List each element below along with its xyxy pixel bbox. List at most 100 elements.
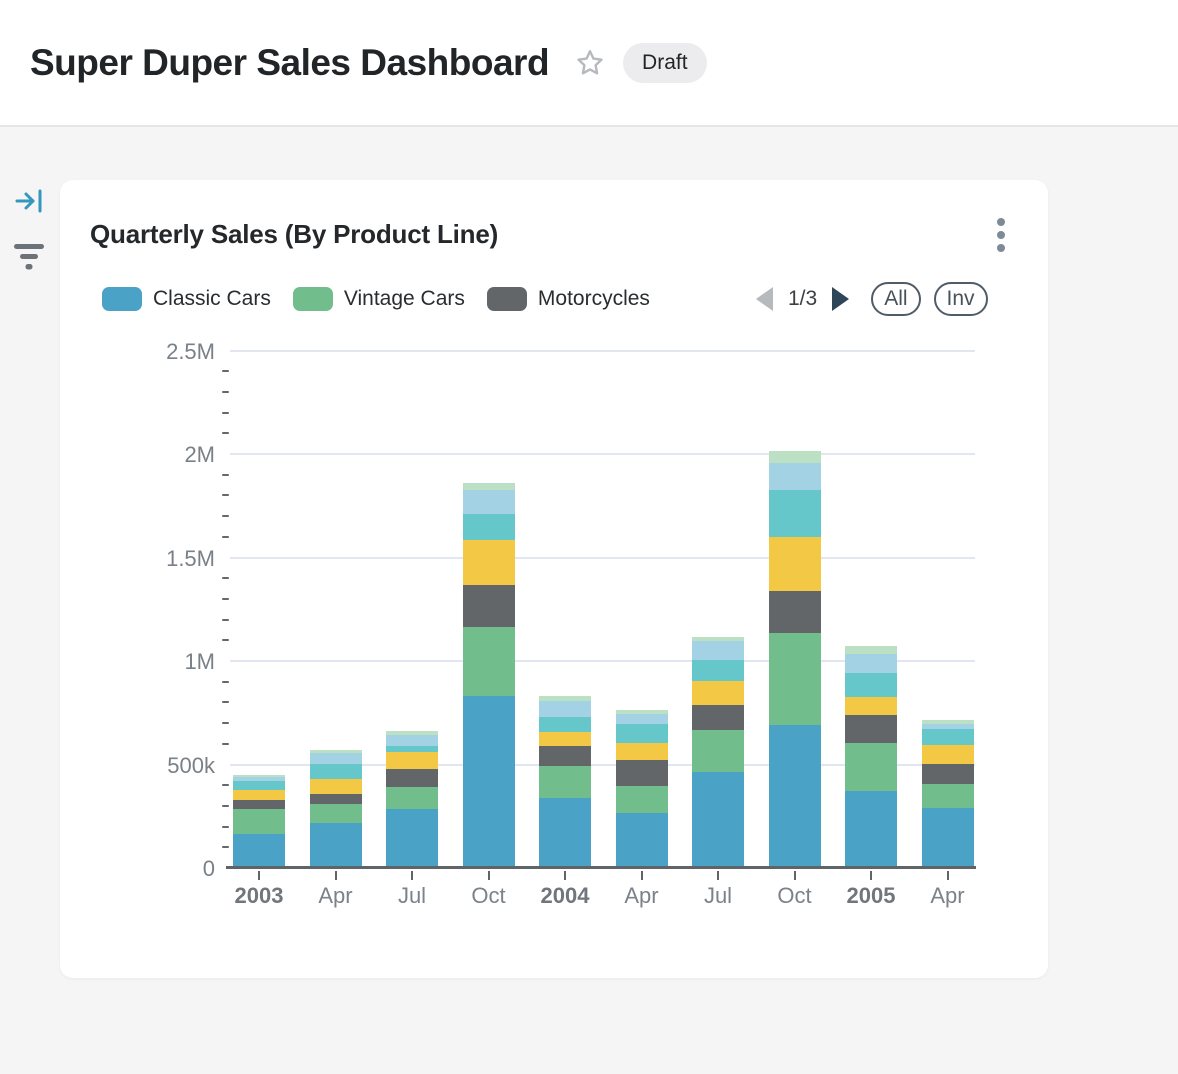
bar-segment[interactable]: [539, 798, 591, 868]
page-header: Super Duper Sales Dashboard Draft: [0, 0, 1178, 127]
bar-segment[interactable]: [922, 784, 974, 808]
bar-segment[interactable]: [310, 764, 362, 779]
bar-segment[interactable]: [692, 772, 744, 868]
bar-segment[interactable]: [922, 745, 974, 764]
bar-segment[interactable]: [692, 641, 744, 660]
x-axis-tick: [641, 871, 643, 880]
bar-segment[interactable]: [845, 654, 897, 672]
bar-segment[interactable]: [539, 717, 591, 732]
bar-segment[interactable]: [463, 514, 515, 539]
x-axis-tick: [335, 871, 337, 880]
bar-segment[interactable]: [310, 804, 362, 823]
bar-segment[interactable]: [769, 725, 821, 868]
bar-segment[interactable]: [769, 490, 821, 537]
bar-segment[interactable]: [922, 764, 974, 784]
x-axis-tick-label: Oct: [451, 883, 527, 909]
bar-segment[interactable]: [233, 809, 285, 834]
bar-segment[interactable]: [463, 696, 515, 868]
bar-2003: [233, 775, 285, 868]
y-axis-minor-tick: [222, 598, 229, 600]
bar-segment[interactable]: [233, 781, 285, 789]
bar-segment[interactable]: [616, 724, 668, 743]
y-axis-tick-label: 500k: [115, 753, 215, 779]
y-axis-minor-tick: [222, 846, 229, 848]
bar-segment[interactable]: [845, 697, 897, 715]
bar-segment[interactable]: [616, 813, 668, 868]
x-axis-tick: [947, 871, 949, 880]
y-gridline: [230, 453, 975, 455]
stacked-bar-chart: 0500k1M1.5M2M2.5M2003AprJulOct2004AprJul…: [60, 180, 1048, 978]
x-axis-tick-label: 2004: [527, 883, 603, 909]
bar-segment[interactable]: [386, 809, 438, 868]
y-axis-tick-label: 2.5M: [115, 339, 215, 365]
bar-segment[interactable]: [845, 791, 897, 868]
bar-segment[interactable]: [310, 779, 362, 794]
bar-segment[interactable]: [692, 730, 744, 772]
bar-segment[interactable]: [692, 660, 744, 681]
x-axis-tick: [411, 871, 413, 880]
y-axis-tick-label: 0: [115, 856, 215, 882]
bar-segment[interactable]: [616, 743, 668, 760]
bar-segment[interactable]: [386, 752, 438, 769]
bar-segment[interactable]: [233, 790, 285, 801]
y-axis-tick-label: 1M: [115, 649, 215, 675]
bar-segment[interactable]: [386, 735, 438, 747]
bar-apr: [922, 720, 974, 868]
bar-segment[interactable]: [310, 753, 362, 765]
bar-segment[interactable]: [233, 834, 285, 868]
bar-segment[interactable]: [769, 451, 821, 464]
bar-segment[interactable]: [386, 769, 438, 787]
y-axis-minor-tick: [222, 474, 229, 476]
y-axis-minor-tick: [222, 432, 229, 434]
collapse-panel-icon[interactable]: [14, 188, 44, 217]
bar-segment[interactable]: [463, 540, 515, 586]
bar-segment[interactable]: [616, 786, 668, 813]
bar-segment[interactable]: [616, 714, 668, 724]
bar-segment[interactable]: [769, 537, 821, 590]
bar-segment[interactable]: [539, 701, 591, 718]
bar-segment[interactable]: [233, 800, 285, 809]
x-axis-tick-label: Oct: [757, 883, 833, 909]
bar-segment[interactable]: [463, 483, 515, 490]
bar-segment[interactable]: [539, 732, 591, 746]
x-axis-tick: [794, 871, 796, 880]
bar-segment[interactable]: [463, 490, 515, 515]
y-axis-minor-tick: [222, 370, 229, 372]
bar-segment[interactable]: [310, 823, 362, 868]
bar-oct: [463, 483, 515, 868]
page-title: Super Duper Sales Dashboard: [30, 42, 549, 84]
bar-segment[interactable]: [922, 729, 974, 746]
bar-segment[interactable]: [922, 808, 974, 868]
y-axis-minor-tick: [222, 412, 229, 414]
bar-segment[interactable]: [845, 646, 897, 654]
bar-segment[interactable]: [539, 766, 591, 798]
x-axis-tick-label: 2005: [833, 883, 909, 909]
x-axis-tick: [870, 871, 872, 880]
filter-icon[interactable]: [12, 242, 46, 274]
y-axis-tick-label: 2M: [115, 442, 215, 468]
x-axis-tick: [258, 871, 260, 880]
bar-segment[interactable]: [463, 627, 515, 696]
y-axis-minor-tick: [222, 577, 229, 579]
bar-jul: [692, 637, 744, 868]
bar-segment[interactable]: [769, 463, 821, 490]
y-axis-minor-tick: [222, 639, 229, 641]
bar-segment[interactable]: [692, 681, 744, 706]
y-axis-minor-tick: [222, 515, 229, 517]
x-axis-tick-label: 2003: [221, 883, 297, 909]
y-axis-minor-tick: [222, 619, 229, 621]
bar-segment[interactable]: [310, 794, 362, 804]
bar-segment[interactable]: [845, 673, 897, 697]
bar-segment[interactable]: [845, 715, 897, 742]
bar-segment[interactable]: [463, 585, 515, 627]
bar-segment[interactable]: [539, 746, 591, 766]
bar-segment[interactable]: [692, 705, 744, 730]
bar-segment[interactable]: [386, 787, 438, 809]
bar-segment[interactable]: [769, 633, 821, 726]
y-axis-minor-tick: [222, 743, 229, 745]
x-axis-tick: [717, 871, 719, 880]
bar-segment[interactable]: [845, 743, 897, 791]
favorite-star-button[interactable]: [573, 46, 607, 80]
bar-segment[interactable]: [616, 760, 668, 786]
bar-segment[interactable]: [769, 591, 821, 633]
